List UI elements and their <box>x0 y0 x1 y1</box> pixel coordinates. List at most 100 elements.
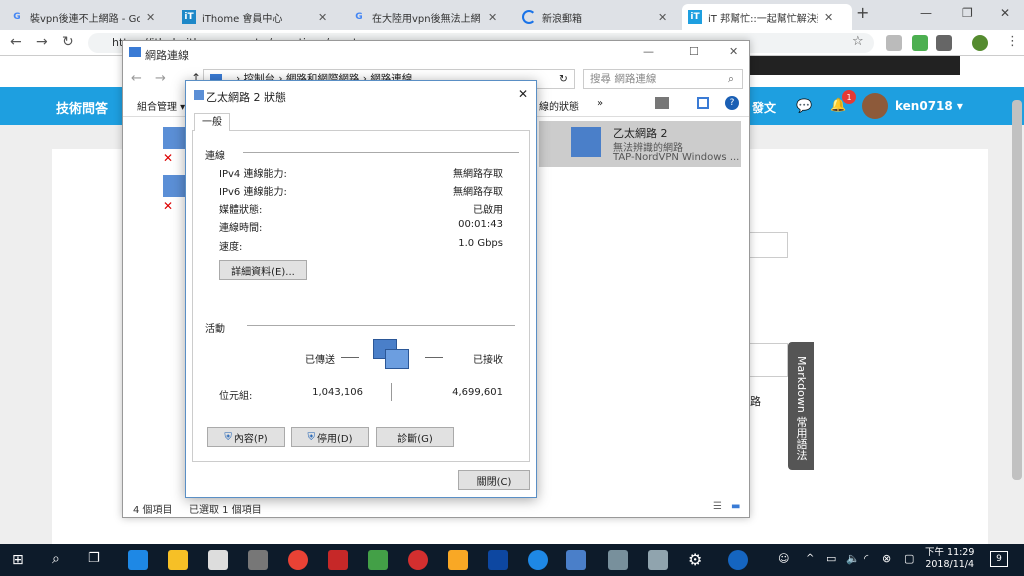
garena-icon[interactable] <box>328 550 348 570</box>
tray-icon[interactable]: ▭ <box>826 552 836 565</box>
network-adapter-icon[interactable] <box>163 175 185 197</box>
app-icon[interactable] <box>488 550 508 570</box>
wifi-icon[interactable]: ◜ <box>864 552 868 565</box>
page-scrollbar[interactable] <box>1012 100 1022 480</box>
notification-badge: 1 <box>842 90 856 104</box>
divider <box>425 357 443 358</box>
tiles-view-icon[interactable]: ▬ <box>731 501 740 512</box>
chat-icon[interactable]: 💬 <box>796 99 812 114</box>
browser-tab-3[interactable]: G 在大陸用vpn後無法上網 - G ✕ <box>346 4 514 30</box>
view-status-button[interactable]: 線的狀態 <box>539 98 579 113</box>
profile-icon[interactable] <box>972 35 988 51</box>
new-tab-icon[interactable]: + <box>856 3 869 22</box>
chrome-icon[interactable] <box>288 550 308 570</box>
username: ken0718 <box>895 99 953 113</box>
network-activity-icon <box>373 339 409 371</box>
network-connections-taskbar-icon[interactable] <box>566 550 586 570</box>
details-view-icon[interactable]: ☰ <box>713 501 722 512</box>
close-window-icon[interactable]: ✕ <box>1000 6 1010 20</box>
bookmark-star-icon[interactable]: ☆ <box>852 34 864 49</box>
menu-icon[interactable]: ⋮ <box>1006 34 1019 49</box>
system-clock[interactable]: 下午 11:29 2018/11/4 <box>925 547 974 571</box>
ithelp-icon: iT <box>688 10 702 24</box>
details-button[interactable]: 詳細資料(E)... <box>219 260 307 280</box>
task-view-icon[interactable]: ❐ <box>88 551 100 566</box>
app-icon[interactable] <box>528 550 548 570</box>
tab-general[interactable]: 一般 <box>194 113 230 131</box>
adapter-item-selected[interactable]: 乙太網路 2 無法辨識的網路 TAP-NordVPN Windows ... <box>539 121 741 167</box>
app-icon[interactable] <box>248 550 268 570</box>
forward-icon[interactable]: → <box>155 71 166 86</box>
ipv4-value: 無網路存取 <box>453 169 503 180</box>
app-icon[interactable] <box>448 550 468 570</box>
browser-tab-2[interactable]: iT iThome 會員中心 ✕ <box>176 4 344 30</box>
help-icon[interactable]: ? <box>725 96 739 110</box>
app-icon[interactable] <box>608 550 628 570</box>
chevron-up-icon[interactable]: ^ <box>806 553 814 564</box>
close-icon[interactable]: ✕ <box>518 87 528 101</box>
extension-icon[interactable] <box>886 35 902 51</box>
browser-tab-1[interactable]: G 裝vpn後連不上網路 - Goog ✕ <box>4 4 172 30</box>
windows-start-icon[interactable]: ⊞ <box>12 552 24 568</box>
tray-icon[interactable]: ⊗ <box>882 552 891 565</box>
close-button[interactable]: 關閉(C) <box>458 470 530 490</box>
minimize-icon[interactable]: — <box>920 6 932 20</box>
mail-icon[interactable] <box>208 550 228 570</box>
close-tab-icon[interactable]: ✕ <box>318 11 327 24</box>
network-adapter-icon <box>571 127 601 157</box>
volume-icon[interactable]: 🔈 <box>846 552 860 565</box>
avatar[interactable] <box>862 93 888 119</box>
properties-button[interactable]: ⛨ 內容(P) <box>207 427 285 447</box>
view-options-icon[interactable] <box>655 97 669 109</box>
close-tab-icon[interactable]: ✕ <box>488 11 497 24</box>
file-explorer-icon[interactable] <box>168 550 188 570</box>
edge-icon[interactable] <box>128 550 148 570</box>
user-menu[interactable]: ken0718 ▾ <box>895 99 963 113</box>
bytes-received-value: 4,699,601 <box>452 387 503 398</box>
network-adapter-icon[interactable] <box>163 127 185 149</box>
extension-icon[interactable] <box>936 35 952 51</box>
reload-icon[interactable]: ↻ <box>62 34 74 50</box>
opera-icon[interactable] <box>408 550 428 570</box>
people-icon[interactable]: ☺ <box>778 552 789 565</box>
sent-label: 已傳送 <box>305 355 335 366</box>
nordvpn-icon[interactable] <box>728 550 748 570</box>
browser-tab-5[interactable]: iT iT 邦幫忙::一起幫忙解決難題 ✕ <box>682 4 852 30</box>
markdown-help-tab[interactable]: Markdown 常用語法 <box>788 342 814 470</box>
close-icon[interactable]: ✕ <box>729 45 738 58</box>
close-tab-icon[interactable]: ✕ <box>146 11 155 24</box>
connection-header: 連線 <box>205 151 225 162</box>
search-icon[interactable]: ⌕ <box>52 551 60 567</box>
settings-gear-icon[interactable]: ⚙ <box>688 550 702 569</box>
diagnose-button[interactable]: 診斷(G) <box>376 427 454 447</box>
back-icon[interactable]: ← <box>10 34 22 50</box>
nav-post-partial[interactable]: 發文 <box>752 99 776 116</box>
browser-tab-4[interactable]: 新浪郵箱 ✕ <box>516 4 684 30</box>
minimize-icon[interactable]: — <box>643 45 654 58</box>
restore-icon[interactable]: ❐ <box>962 6 973 20</box>
forward-icon[interactable]: → <box>36 34 48 50</box>
window-title: 網路連線 <box>145 49 189 62</box>
disable-button[interactable]: ⛨ 停用(D) <box>291 427 369 447</box>
bytes-sent-value: 1,043,106 <box>312 387 363 398</box>
refresh-icon[interactable]: ↻ <box>559 70 568 88</box>
iqiyi-icon[interactable] <box>368 550 388 570</box>
tray-icon[interactable]: ▢ <box>904 552 914 565</box>
more-icon[interactable]: » <box>597 98 603 109</box>
action-center-icon[interactable]: 9 <box>990 551 1008 567</box>
properties-label: 內容(P) <box>233 433 268 445</box>
ipv4-label: IPv4 連線能力: <box>219 169 287 180</box>
network-folder-icon <box>129 47 141 57</box>
back-icon[interactable]: ← <box>131 71 142 86</box>
organize-button[interactable]: 組合管理 ▾ <box>137 98 185 113</box>
nav-tech-qa[interactable]: 技術問答 <box>56 98 108 117</box>
extension-icon[interactable] <box>912 35 928 51</box>
close-tab-icon[interactable]: ✕ <box>658 11 667 24</box>
network-icon <box>194 90 204 100</box>
search-input[interactable]: 搜尋 網路連線 ⌕ <box>583 69 743 89</box>
general-tab-panel: 連線 IPv4 連線能力: 無網路存取 IPv6 連線能力: 無網路存取 媒體狀… <box>192 130 530 462</box>
maximize-icon[interactable]: ☐ <box>689 45 699 58</box>
app-icon[interactable] <box>648 550 668 570</box>
preview-pane-icon[interactable] <box>697 97 709 109</box>
close-tab-icon[interactable]: ✕ <box>824 11 833 24</box>
